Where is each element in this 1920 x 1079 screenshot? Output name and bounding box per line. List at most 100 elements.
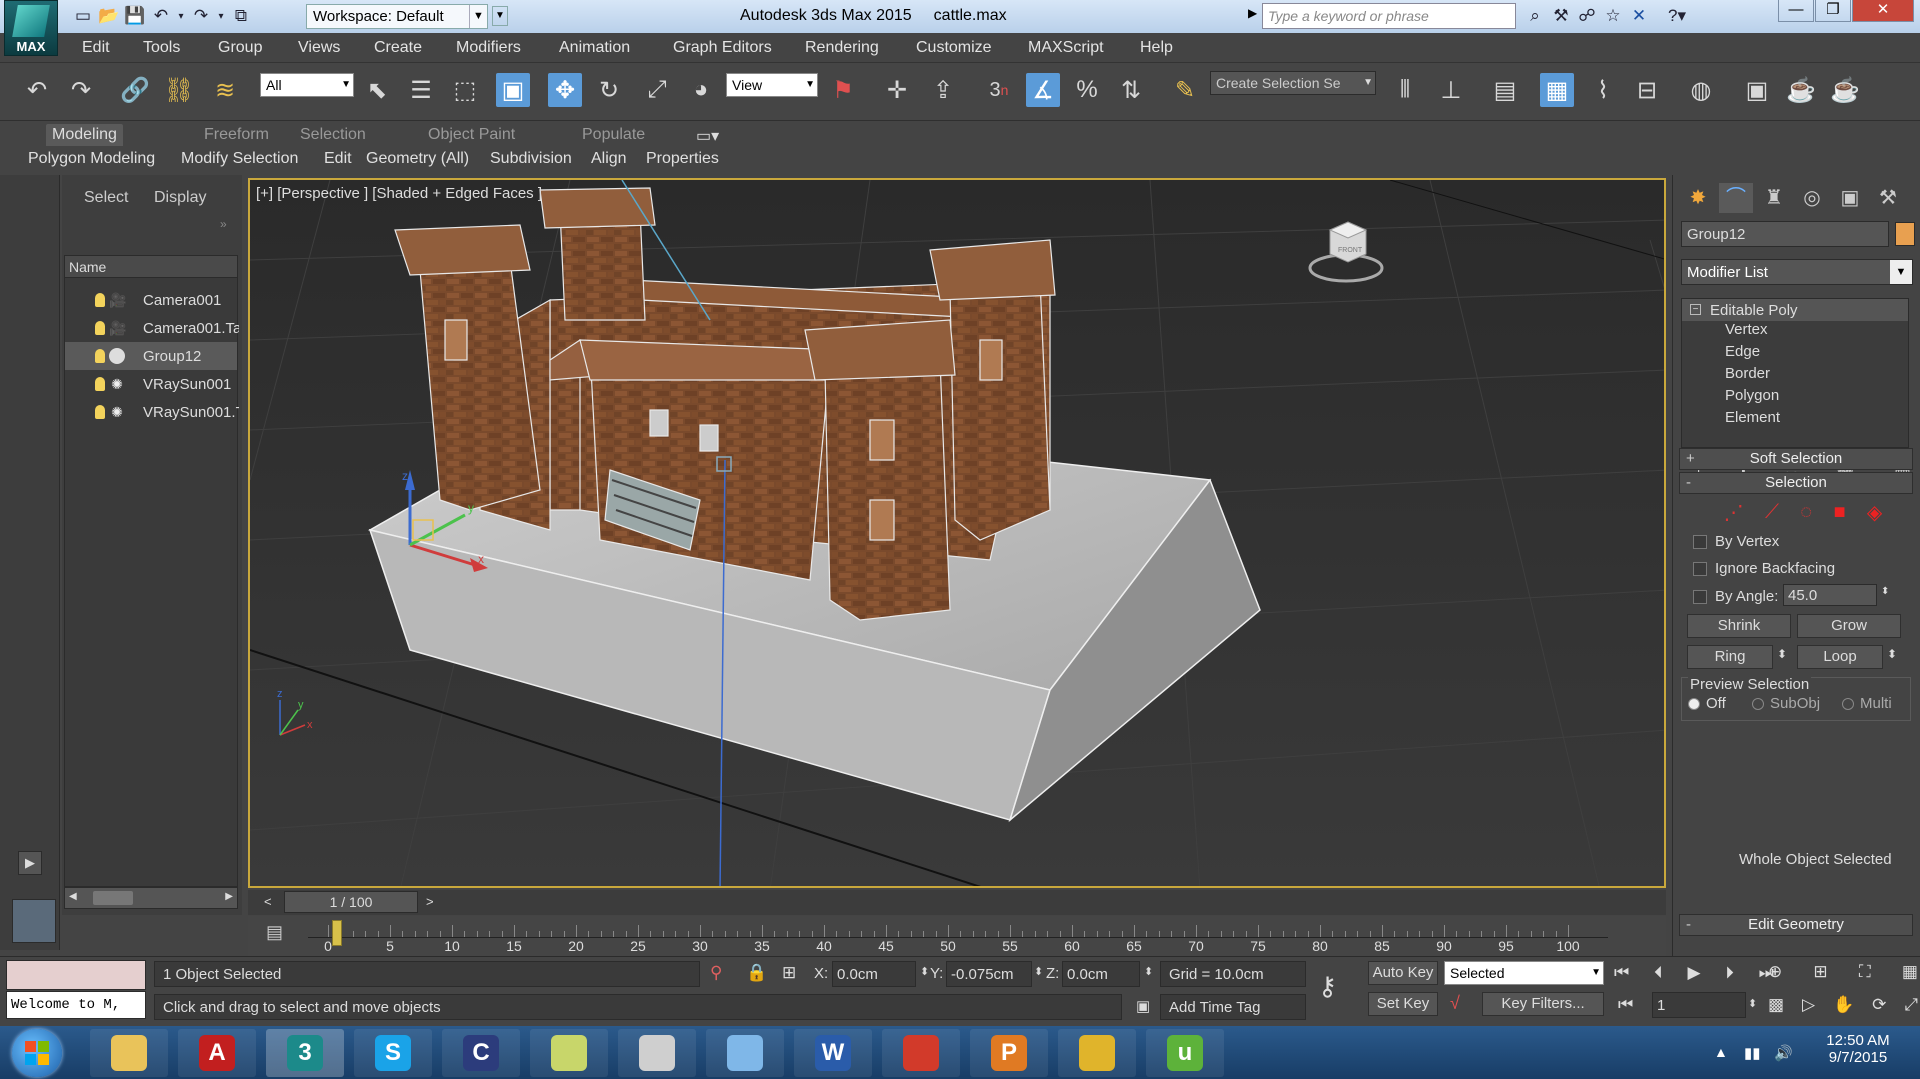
prev-frame-icon[interactable]: < [264,894,272,909]
modifier-list-dropdown[interactable]: Modifier List ▼ [1681,259,1913,285]
loop-button[interactable]: Loop [1797,645,1883,669]
key-mode-dropdown[interactable]: Selected ▼ [1444,961,1604,985]
expand-toolbar-icon[interactable]: » [220,217,227,231]
maximize-button[interactable]: ❐ [1815,0,1851,22]
zoom-extents-all-icon[interactable]: ▦ [1902,962,1918,982]
tab-populate[interactable]: Populate [576,124,651,146]
go-to-start-icon[interactable]: ⏮ [1614,963,1629,983]
minimize-button[interactable]: — [1778,0,1814,22]
clock[interactable]: 12:50 AM 9/7/2015 [1808,1032,1908,1066]
hierarchy-tab-icon[interactable]: ♜ [1757,183,1791,213]
workspace-dropdown[interactable]: Workspace: Default ▼ [306,4,488,29]
menu-group[interactable]: Group [218,39,262,57]
bind-to-space-warp-icon[interactable]: ≋ [208,73,242,107]
taskbar-utorrent-button[interactable]: u [1146,1029,1224,1077]
menu-rendering[interactable]: Rendering [805,39,879,57]
border-mode-icon[interactable]: ◌ [1800,501,1812,524]
curve-editor-mini-icon[interactable]: ▤ [266,922,283,943]
pan-view-icon[interactable]: ✋ [1833,995,1854,1015]
preview-multi-radio[interactable] [1842,698,1854,710]
selection-lock-icon[interactable]: 🔒 [746,963,767,983]
show-hidden-icons[interactable]: ▲ [1714,1044,1728,1060]
list-item[interactable]: 🎥 Camera001 [65,286,237,314]
subtab-subdivision[interactable]: Subdivision [490,150,572,168]
key-mode-toggle-icon[interactable]: ⏮ [1618,995,1633,1015]
column-header-name[interactable]: Name [65,256,237,278]
taskbar-sketchup-button[interactable] [882,1029,960,1077]
percent-snap-icon[interactable]: % [1070,73,1104,107]
taskbar-powerpoint-button[interactable]: P [970,1029,1048,1077]
pivot-center-icon[interactable]: ⚑ [826,73,860,107]
select-manipulate-icon[interactable]: ✛ [880,73,914,107]
polygon-mode-icon[interactable]: ■ [1833,501,1845,524]
loop-spinner-icon[interactable]: ⬍ [1887,647,1897,661]
preview-subobj-radio[interactable] [1752,698,1764,710]
viewport-layout-icon[interactable] [12,899,56,943]
visibility-bulb-icon[interactable] [95,321,105,335]
maxscript-listener-input[interactable]: Welcome to M, [6,991,146,1019]
taskbar-sticky-button[interactable] [530,1029,608,1077]
stack-item-border[interactable]: Border [1682,365,1908,387]
binoculars-icon[interactable]: ⌕ [1522,4,1548,28]
visibility-bulb-icon[interactable] [95,405,105,419]
taskbar-word-button[interactable]: W [794,1029,872,1077]
object-name-field[interactable]: Group12 [1681,221,1889,247]
select-and-place-icon[interactable]: ◕ [684,73,718,107]
undo-dropdown-icon[interactable]: ▾ [174,4,188,28]
play-icon[interactable]: ▶ [18,851,42,875]
list-item[interactable]: 🎥 Camera001.Ta [65,314,239,342]
mirror-icon[interactable]: ⫴ [1388,73,1422,107]
toggle-ribbon-icon[interactable]: ▦ [1540,73,1574,107]
select-by-name-icon[interactable]: ☰ [404,73,438,107]
maximize-viewport-icon[interactable]: ⤢ [1904,995,1918,1015]
taskbar-autocad-button[interactable]: A [178,1029,256,1077]
time-tag-icon[interactable]: ▣ [1136,997,1150,1015]
rollout-soft-selection[interactable]: + Soft Selection [1679,448,1913,470]
window-crossing-icon[interactable]: ▣ [496,73,530,107]
select-object-icon[interactable]: ⬉ [360,73,394,107]
scroll-thumb[interactable] [93,891,133,905]
menu-help[interactable]: Help [1140,39,1173,57]
tab-modeling[interactable]: Modeling [46,124,123,146]
visibility-bulb-icon[interactable] [95,377,105,391]
explorer-scrollbar[interactable]: ◀ ▶ [64,887,238,909]
select-and-rotate-icon[interactable]: ↻ [592,73,626,107]
ribbon-options-icon[interactable]: ▭▾ [690,124,725,146]
spinner-snap-icon[interactable]: ⇅ [1114,73,1148,107]
vertex-mode-icon[interactable]: ⋰ [1724,500,1744,525]
snaps-toggle-icon[interactable]: 3n [982,73,1016,107]
add-time-tag-button[interactable]: Add Time Tag [1160,994,1306,1020]
taskbar-chrome-button[interactable] [1058,1029,1136,1077]
stack-item-vertex[interactable]: Vertex [1682,321,1908,343]
taskbar-explorer-button[interactable] [90,1029,168,1077]
menu-maxscript[interactable]: MAXScript [1028,39,1104,57]
search-expand-icon[interactable]: ▶ [1248,6,1257,20]
play-animation-icon[interactable]: ▶ [1687,963,1700,983]
taskbar-skype-button[interactable]: S [354,1029,432,1077]
set-key-icon[interactable]: ⚷ [1318,971,1337,1002]
visibility-bulb-icon[interactable] [95,293,105,307]
tools-icon[interactable]: ⚒ [1548,4,1574,28]
by-angle-checkbox[interactable] [1693,590,1707,604]
next-frame-icon[interactable]: > [426,894,434,909]
list-item[interactable]: ✺ VRaySun001 [65,370,237,398]
undo-icon[interactable]: ↶ [148,4,174,28]
redo-icon[interactable]: ↷ [188,4,214,28]
exchange-icon[interactable]: ✕ [1626,4,1652,28]
start-button[interactable] [12,1029,62,1077]
stack-item-edge[interactable]: Edge [1682,343,1908,365]
x-coord-field[interactable]: 0.0cm [832,961,916,987]
menu-edit[interactable]: Edit [82,39,110,57]
scroll-left-icon[interactable]: ◀ [69,891,77,902]
save-file-icon[interactable]: 💾 [122,4,148,28]
subtab-properties[interactable]: Properties [646,150,719,168]
stack-item-polygon[interactable]: Polygon [1682,387,1908,409]
menu-customize[interactable]: Customize [916,39,992,57]
castle-gatehouse[interactable] [579,339,841,581]
named-selection-dropdown[interactable]: Create Selection Se ▼ [1210,71,1376,95]
stack-item-element[interactable]: Element [1682,409,1908,431]
x-spinner-icon[interactable]: ⬍ [920,965,929,978]
viewport-label[interactable]: [+] [Perspective ] [Shaded + Edged Faces… [256,185,542,202]
tab-freeform[interactable]: Freeform [198,124,275,146]
undo-icon[interactable]: ↶ [20,73,54,107]
